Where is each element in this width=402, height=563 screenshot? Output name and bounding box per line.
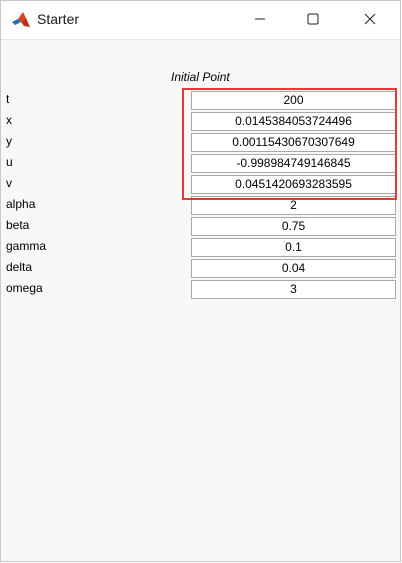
param-field-gamma[interactable]: 0.1 — [191, 238, 396, 257]
param-label-beta: beta — [6, 218, 30, 232]
param-label-v: v — [6, 176, 12, 190]
param-label-alpha: alpha — [6, 197, 36, 211]
minimize-icon — [254, 13, 266, 28]
param-field-alpha[interactable]: 2 — [191, 196, 396, 215]
param-label-y: y — [6, 134, 12, 148]
param-label-u: u — [6, 155, 13, 169]
maximize-icon — [307, 13, 319, 28]
param-field-delta[interactable]: 0.04 — [191, 259, 396, 278]
maximize-button[interactable] — [290, 1, 336, 39]
param-label-x: x — [6, 113, 12, 127]
param-field-y[interactable]: 0.00115430670307649 — [191, 133, 396, 152]
starter-window: Starter Initial Point t x y u v alpha be… — [0, 0, 401, 562]
window-title: Starter — [37, 11, 80, 27]
initial-point-heading: Initial Point — [171, 70, 230, 84]
param-field-beta[interactable]: 0.75 — [191, 217, 396, 236]
param-label-t: t — [6, 92, 10, 106]
param-label-delta: delta — [6, 260, 33, 274]
param-field-omega[interactable]: 3 — [191, 280, 396, 299]
param-field-u[interactable]: -0.998984749146845 — [191, 154, 396, 173]
close-icon — [364, 13, 376, 28]
param-field-x[interactable]: 0.0145384053724496 — [191, 112, 396, 131]
matlab-icon — [11, 10, 31, 30]
param-label-gamma: gamma — [6, 239, 47, 253]
close-button[interactable] — [347, 1, 393, 39]
title-bar[interactable]: Starter — [1, 1, 400, 40]
param-field-v[interactable]: 0.0451420693283595 — [191, 175, 396, 194]
param-field-t[interactable]: 200 — [191, 91, 396, 110]
param-label-omega: omega — [6, 281, 43, 295]
minimize-button[interactable] — [237, 1, 283, 39]
